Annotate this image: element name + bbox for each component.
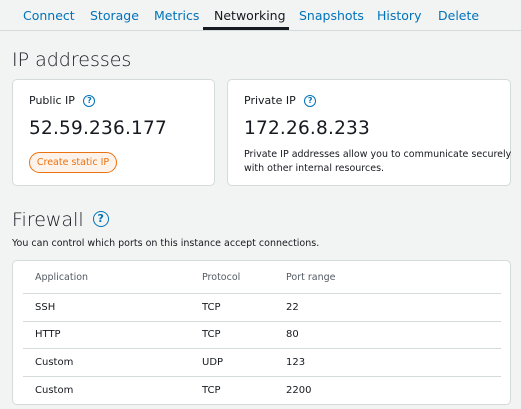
public-ip-help-icon[interactable]: ? bbox=[83, 95, 96, 107]
firewall-description: You can control which ports on this inst… bbox=[12, 238, 320, 249]
public-ip-card: Public IP ? 52.59.236.177 Create static … bbox=[12, 79, 215, 186]
firewall-table-header: Application Protocol Port range bbox=[23, 261, 501, 294]
table-row: SSH TCP 22 bbox=[23, 294, 501, 322]
tab-bar: Connect Storage Metrics Networking Snaps… bbox=[0, 0, 521, 31]
active-tab-indicator bbox=[203, 27, 289, 30]
tab-history[interactable]: History bbox=[377, 8, 421, 23]
cell-application: HTTP bbox=[35, 329, 61, 341]
firewall-title: Firewall bbox=[12, 209, 84, 231]
firewall-card: Application Protocol Port range SSH TCP … bbox=[12, 260, 511, 405]
ip-addresses-title: IP addresses bbox=[12, 49, 132, 71]
cell-port-range: 80 bbox=[286, 329, 299, 341]
public-ip-label: Public IP bbox=[29, 94, 75, 107]
private-ip-help-icon[interactable]: ? bbox=[304, 95, 317, 107]
public-ip-label-row: Public IP ? bbox=[29, 94, 96, 107]
cell-port-range: 22 bbox=[286, 301, 299, 313]
firewall-table: Application Protocol Port range SSH TCP … bbox=[23, 261, 501, 404]
private-ip-value: 172.26.8.233 bbox=[244, 118, 370, 139]
column-header-protocol: Protocol bbox=[202, 271, 241, 283]
column-header-port-range: Port range bbox=[286, 271, 336, 283]
table-row: Custom TCP 2200 bbox=[23, 377, 501, 405]
cell-application: Custom bbox=[35, 356, 74, 368]
tab-storage[interactable]: Storage bbox=[90, 8, 139, 23]
cell-port-range: 2200 bbox=[286, 384, 312, 396]
tab-networking[interactable]: Networking bbox=[214, 8, 286, 23]
cell-protocol: TCP bbox=[202, 384, 221, 396]
cell-protocol: UDP bbox=[202, 356, 224, 368]
table-row: Custom UDP 123 bbox=[23, 349, 501, 377]
cell-port-range: 123 bbox=[286, 356, 306, 368]
cell-application: SSH bbox=[35, 301, 56, 313]
tab-connect[interactable]: Connect bbox=[23, 8, 75, 23]
cell-application: Custom bbox=[35, 384, 74, 396]
column-header-application: Application bbox=[35, 271, 89, 283]
private-ip-label: Private IP bbox=[244, 94, 296, 107]
firewall-help-icon[interactable]: ? bbox=[92, 211, 109, 227]
tab-snapshots[interactable]: Snapshots bbox=[299, 8, 364, 23]
table-row: HTTP TCP 80 bbox=[23, 322, 501, 349]
private-ip-description: Private IP addresses allow you to commun… bbox=[244, 149, 512, 174]
private-ip-card: Private IP ? 172.26.8.233 Private IP add… bbox=[227, 79, 511, 186]
public-ip-value: 52.59.236.177 bbox=[29, 118, 167, 139]
tab-delete[interactable]: Delete bbox=[438, 8, 479, 23]
cell-protocol: TCP bbox=[202, 329, 221, 341]
tab-metrics[interactable]: Metrics bbox=[154, 8, 199, 23]
create-static-ip-button[interactable]: Create static IP bbox=[29, 152, 117, 173]
firewall-title-row: Firewall ? bbox=[12, 209, 109, 231]
private-ip-label-row: Private IP ? bbox=[244, 94, 317, 107]
cell-protocol: TCP bbox=[202, 301, 221, 313]
